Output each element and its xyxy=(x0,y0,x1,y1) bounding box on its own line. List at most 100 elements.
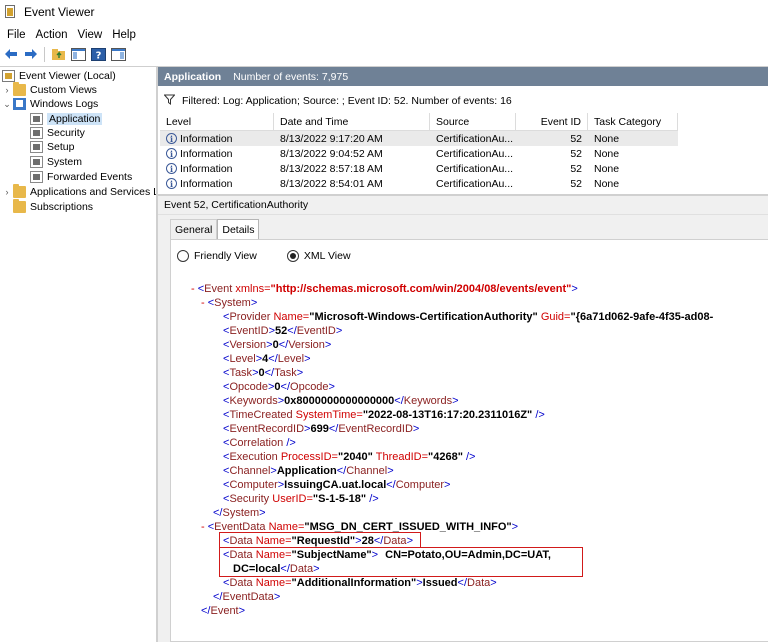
collapse-toggle[interactable]: - xyxy=(201,297,205,309)
xml-system-open: - <System> xyxy=(201,297,258,309)
xml-event-open: - <Event xmlns="http://schemas.microsoft… xyxy=(191,283,578,295)
xml-version: <Version>0</Version> xyxy=(223,339,332,351)
chevron-right-icon[interactable]: › xyxy=(2,187,12,197)
help-button[interactable]: ? xyxy=(90,46,107,63)
tree-item-subscriptions[interactable]: Subscriptions xyxy=(13,199,93,214)
xml-data-additionalinfo: <Data Name="AdditionalInformation">Issue… xyxy=(223,577,497,589)
filter-icon xyxy=(163,94,176,108)
column-header-level[interactable]: Level xyxy=(160,113,274,130)
collapse-toggle[interactable]: - xyxy=(191,283,195,295)
tree-item-custom-views[interactable]: › Custom Views xyxy=(2,82,97,97)
table-row[interactable]: i Information 8/13/2022 8:54:01 AM Certif… xyxy=(160,176,678,191)
column-header-date[interactable]: Date and Time xyxy=(274,113,430,130)
log-header: Application Number of events: 7,975 xyxy=(158,67,768,86)
xml-correlation: <Correlation /> xyxy=(223,437,296,449)
log-icon xyxy=(30,141,43,153)
svg-text:?: ? xyxy=(96,50,102,61)
event-detail-pane: General Details Friendly View XML View -… xyxy=(158,215,768,642)
windows-logs-icon xyxy=(13,98,26,110)
tree-item-system[interactable]: System xyxy=(30,155,82,169)
xml-timecreated: <TimeCreated SystemTime="2022-08-13T16:1… xyxy=(223,409,545,421)
xml-computer: <Computer>IssuingCA.uat.local</Computer> xyxy=(223,479,451,491)
toolbar: ? xyxy=(0,44,768,64)
xml-execution: <Execution ProcessID="2040" ThreadID="42… xyxy=(223,451,476,463)
highlight-requestid xyxy=(219,532,421,548)
console-tree-icon xyxy=(71,47,86,61)
subscriptions-icon xyxy=(13,199,26,213)
xml-eventrecordid: <EventRecordID>699</EventRecordID> xyxy=(223,423,420,435)
table-row[interactable]: i Information 8/13/2022 9:04:52 AM Certif… xyxy=(160,146,678,161)
table-row[interactable]: i Information 8/13/2022 9:17:20 AM Certif… xyxy=(160,131,678,146)
tab-details[interactable]: Details xyxy=(217,219,260,239)
tree-item-setup[interactable]: Setup xyxy=(30,140,74,154)
information-icon: i xyxy=(166,178,177,189)
chevron-right-icon[interactable]: › xyxy=(2,85,12,95)
highlight-subjectname xyxy=(219,547,583,577)
table-header: Level Date and Time Source Event ID Task… xyxy=(160,113,678,131)
forward-button[interactable] xyxy=(22,46,39,63)
show-hide-action-pane-button[interactable] xyxy=(110,46,127,63)
console-tree: Event Viewer (Local) › Custom Views ⌄ Wi… xyxy=(0,67,156,642)
folder-icon xyxy=(13,82,26,96)
back-button[interactable] xyxy=(2,46,19,63)
menu-file[interactable]: File xyxy=(2,29,31,41)
window-title: Event Viewer xyxy=(24,5,95,19)
xml-view-radio[interactable] xyxy=(286,250,299,262)
collapse-toggle[interactable]: - xyxy=(201,521,205,533)
tree-item-event-viewer-local[interactable]: Event Viewer (Local) xyxy=(2,69,116,83)
details-tab-body: Friendly View XML View - <Event xmlns="h… xyxy=(170,239,768,642)
menu-help[interactable]: Help xyxy=(107,29,141,41)
xml-view-label[interactable]: XML View xyxy=(304,250,351,262)
xml-task: <Task>0</Task> xyxy=(223,367,304,379)
xml-event-close: </Event> xyxy=(201,605,246,617)
menu-view[interactable]: View xyxy=(73,29,108,41)
table-row[interactable]: i Information 8/13/2022 8:57:18 AM Certif… xyxy=(160,161,678,176)
back-arrow-icon xyxy=(4,49,17,59)
xml-channel: <Channel>Application</Channel> xyxy=(223,465,394,477)
event-count: Number of events: 7,975 xyxy=(233,70,349,83)
column-header-event-id[interactable]: Event ID xyxy=(516,113,588,130)
forward-arrow-icon xyxy=(24,49,37,59)
tree-item-windows-logs[interactable]: ⌄ Windows Logs xyxy=(2,97,98,111)
menu-action[interactable]: Action xyxy=(31,29,73,41)
xml-eventdata-close: </EventData> xyxy=(213,591,281,603)
event-viewer-icon xyxy=(2,70,15,82)
action-pane-icon xyxy=(111,47,126,61)
friendly-view-radio[interactable] xyxy=(177,250,189,262)
information-icon: i xyxy=(166,133,177,144)
event-detail-header: Event 52, CertificationAuthority xyxy=(158,196,768,215)
detail-tabs: General Details xyxy=(170,219,260,239)
log-name: Application xyxy=(164,70,222,83)
events-table: Level Date and Time Source Event ID Task… xyxy=(160,113,678,191)
chevron-down-icon[interactable]: ⌄ xyxy=(2,99,12,110)
xml-security: <Security UserID="S-1-5-18" /> xyxy=(223,493,379,505)
log-icon xyxy=(30,113,43,125)
title-bar: Event Viewer xyxy=(0,0,768,24)
information-icon: i xyxy=(166,148,177,159)
show-hide-console-tree-button[interactable] xyxy=(70,46,87,63)
log-icon xyxy=(30,127,43,139)
toolbar-separator xyxy=(44,46,45,62)
column-header-source[interactable]: Source xyxy=(430,113,516,130)
up-folder-button[interactable] xyxy=(50,46,67,63)
xml-eventid: <EventID>52</EventID> xyxy=(223,325,343,337)
tree-item-applications-and-services[interactable]: › Applications and Services Lo xyxy=(2,184,156,199)
xml-system-close: </System> xyxy=(213,507,266,519)
log-icon xyxy=(30,171,43,183)
tree-item-forwarded-events[interactable]: Forwarded Events xyxy=(30,170,132,184)
tree-item-application[interactable]: Application xyxy=(30,112,103,126)
log-icon xyxy=(30,156,43,168)
filter-text: Filtered: Log: Application; Source: ; Ev… xyxy=(182,95,512,107)
tab-general[interactable]: General xyxy=(170,219,218,239)
menu-bar: File Action View Help xyxy=(0,26,768,44)
tree-item-security[interactable]: Security xyxy=(30,126,85,140)
friendly-view-label[interactable]: Friendly View xyxy=(194,250,257,262)
xml-provider: <Provider Name="Microsoft-Windows-Certif… xyxy=(223,311,714,323)
xml-level: <Level>4</Level> xyxy=(223,353,311,365)
column-header-task-category[interactable]: Task Category xyxy=(588,113,678,130)
event-viewer-app-icon xyxy=(4,5,18,19)
view-mode-radios: Friendly View XML View xyxy=(177,250,381,262)
xml-opcode: <Opcode>0</Opcode> xyxy=(223,381,335,393)
help-icon: ? xyxy=(91,47,106,61)
folder-up-icon xyxy=(52,48,65,60)
